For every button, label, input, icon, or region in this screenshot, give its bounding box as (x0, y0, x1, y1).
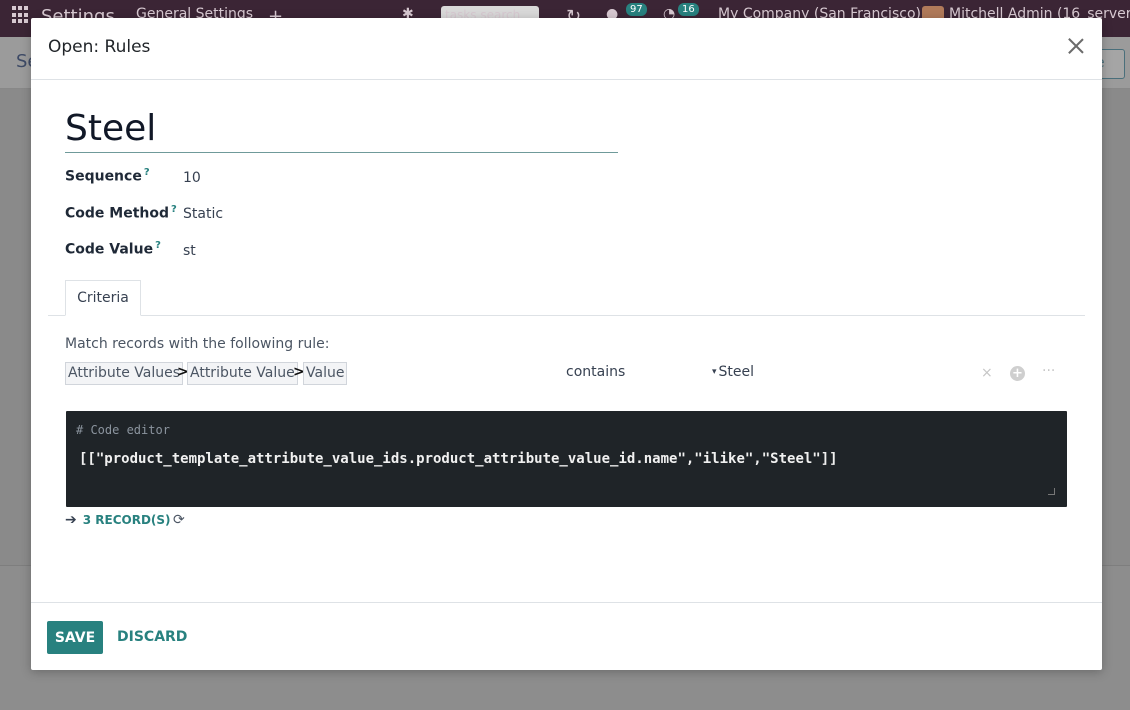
code-value-field[interactable]: st (183, 243, 196, 259)
match-rule-text: Match records with the following rule: (65, 336, 330, 352)
dialog-footer: SAVE DISCARD (31, 602, 1102, 670)
code-editor-comment: # Code editor (76, 423, 170, 437)
code-method-label: Code Method? (65, 204, 177, 222)
rule-dialog: Open: Rules Steel Sequence? 10 Code Meth… (31, 18, 1102, 670)
help-icon[interactable]: ? (155, 240, 161, 251)
chat-count-badge: 97 (626, 3, 647, 16)
code-value-label: Code Value? (65, 240, 161, 258)
value-select[interactable]: ▾ Steel (712, 364, 754, 380)
refresh-icon[interactable]: ⟳ (173, 512, 185, 528)
help-icon[interactable]: ? (144, 167, 150, 178)
operator-select[interactable]: contains (566, 364, 625, 380)
path-segment-attribute-value[interactable]: Attribute Value (187, 362, 298, 385)
dialog-header: Open: Rules (31, 18, 1102, 80)
arrow-right-icon: ➔ (65, 512, 77, 528)
more-options-icon[interactable]: ··· (1042, 363, 1055, 379)
dialog-title: Open: Rules (48, 37, 151, 57)
help-icon[interactable]: ? (171, 204, 177, 215)
code-editor[interactable]: # Code editor [["product_template_attrib… (66, 411, 1067, 507)
apps-menu-icon[interactable] (12, 6, 30, 24)
close-icon[interactable] (1066, 36, 1086, 56)
resize-handle-icon[interactable] (1048, 488, 1055, 495)
tab-criteria[interactable]: Criteria (65, 280, 141, 316)
path-segment-attribute-values[interactable]: Attribute Values (65, 362, 184, 385)
sequence-label-text: Sequence (65, 168, 142, 185)
discard-button[interactable]: DISCARD (117, 629, 187, 645)
tabs-divider (48, 315, 1085, 316)
records-count: 3 RECORD(S) (82, 513, 171, 527)
records-link[interactable]: ➔ 3 RECORD(S) (65, 512, 171, 528)
path-segment-value[interactable]: Value (303, 362, 348, 385)
value-select-text: Steel (718, 364, 755, 380)
save-button[interactable]: SAVE (47, 621, 103, 654)
rule-name-input[interactable]: Steel (65, 106, 618, 153)
code-method-label-text: Code Method (65, 205, 170, 222)
remove-rule-icon[interactable]: × (981, 365, 993, 381)
domain-code[interactable]: [["product_template_attribute_value_ids.… (79, 451, 838, 467)
activity-count-badge: 16 (678, 3, 699, 16)
caret-down-icon: ▾ (712, 367, 717, 377)
code-value-label-text: Code Value (65, 241, 154, 258)
sequence-label: Sequence? (65, 167, 150, 185)
add-rule-icon[interactable]: + (1010, 366, 1025, 381)
code-method-field[interactable]: Static (183, 206, 223, 222)
sequence-field[interactable]: 10 (183, 170, 201, 186)
